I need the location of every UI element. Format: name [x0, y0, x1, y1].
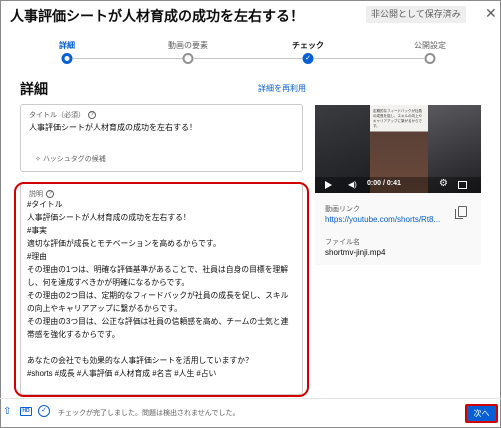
- title-input[interactable]: 人事評価シートが人材育成の成功を左右する！: [29, 122, 197, 133]
- video-player[interactable]: 定期的なフィードバックが社員の成長を促し、スキルの向上やキャリアアップに繋がるか…: [315, 105, 481, 193]
- step-dot-checks-check-icon[interactable]: ✓: [302, 53, 314, 64]
- hashtag-suggestions[interactable]: ✧ ハッシュタグの候補: [35, 154, 106, 164]
- step-dot-visibility[interactable]: [424, 53, 436, 64]
- step-video-elements[interactable]: 動画の要素: [168, 40, 208, 51]
- file-name-value: shortmv-jinji.mp4: [325, 248, 386, 257]
- description-highlight-annotation: [14, 182, 309, 397]
- stepper-line: [314, 58, 424, 59]
- step-visibility[interactable]: 公開設定: [414, 40, 446, 51]
- reuse-details-link[interactable]: 詳細を再利用: [258, 83, 306, 94]
- check-icon[interactable]: ✓: [38, 405, 50, 417]
- upload-stepper: 詳細 動画の要素 チェック 公開設定 ✓: [0, 36, 501, 66]
- next-button[interactable]: 次へ: [465, 404, 498, 423]
- file-name-label: ファイル名: [325, 239, 360, 246]
- play-icon[interactable]: [325, 181, 332, 189]
- copy-icon[interactable]: [455, 206, 467, 219]
- step-dot-details[interactable]: [61, 53, 73, 64]
- hd-icon[interactable]: HD: [20, 407, 32, 416]
- stepper-line: [73, 58, 183, 59]
- volume-icon[interactable]: ◀): [348, 180, 357, 189]
- sparkle-icon: ✧: [35, 156, 43, 163]
- upload-icon[interactable]: ⇧: [3, 406, 11, 418]
- dialog-footer: ⇧ HD ✓ チェックが完了しました。問題は検出されませんでした。 次へ: [0, 398, 501, 428]
- help-icon[interactable]: ?: [88, 111, 96, 120]
- close-icon[interactable]: ✕: [485, 6, 497, 20]
- time-display: 0:00 / 0:41: [367, 180, 401, 187]
- title-field-label: タイトル（必須）?: [29, 110, 96, 120]
- check-status-text: チェックが完了しました。問題は検出されませんでした。: [58, 410, 240, 417]
- player-controls: ◀) 0:00 / 0:41 ⚙: [315, 177, 481, 193]
- page-title: 人事評価シートが人材育成の成功を左右する！: [10, 8, 304, 24]
- step-checks[interactable]: チェック: [292, 40, 324, 51]
- step-details[interactable]: 詳細: [59, 40, 75, 51]
- video-caption-text: 定期的なフィードバックが社員の成長を促し、スキルの向上やキャリアアップに繋がるか…: [373, 109, 422, 128]
- video-link[interactable]: https://youtube.com/shorts/Rt8...: [325, 215, 440, 224]
- gear-icon[interactable]: ⚙: [439, 178, 448, 190]
- title-field[interactable]: タイトル（必須）? 人事評価シートが人材育成の成功を左右する！ ✧ ハッシュタグ…: [20, 104, 303, 172]
- video-preview-card: 定期的なフィードバックが社員の成長を促し、スキルの向上やキャリアアップに繋がるか…: [315, 105, 481, 265]
- stepper-line: [194, 58, 302, 59]
- step-dot-video-elements[interactable]: [182, 53, 194, 64]
- draft-status-badge[interactable]: 非公開として保存済み: [366, 6, 466, 23]
- video-link-label: 動画リンク: [325, 206, 360, 213]
- section-heading: 詳細: [20, 81, 48, 97]
- fullscreen-icon[interactable]: [458, 181, 467, 189]
- dialog-header: 人事評価シートが人材育成の成功を左右する！ 非公開として保存済み ✕: [0, 0, 501, 30]
